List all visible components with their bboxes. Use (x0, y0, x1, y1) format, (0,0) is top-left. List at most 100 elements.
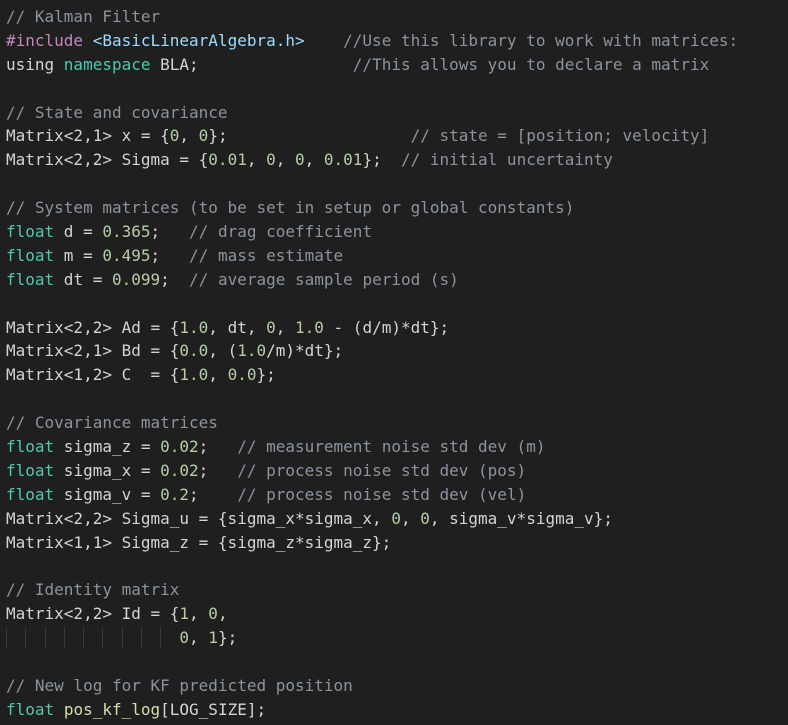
code-token: , (275, 150, 295, 170)
keyword-token: namespace (63, 54, 151, 74)
code-line[interactable]: Matrix<2,2> Id = {1, 0, (0, 602, 788, 626)
code-token: , ( (208, 341, 238, 361)
number-token: 0 (391, 508, 401, 528)
number-token: 1 (208, 628, 218, 648)
number-token: 0.0 (179, 341, 209, 361)
indent-guide (44, 628, 46, 649)
number-token: 1 (179, 604, 190, 624)
code-line[interactable]: Matrix<2,1> x = {0, 0}; // state = [posi… (0, 124, 788, 148)
number-token: 0.495 (102, 245, 151, 265)
code-token: ; (189, 484, 238, 504)
empty-line[interactable] (0, 650, 788, 674)
number-token: 1.0 (237, 341, 267, 361)
code-token: }; (256, 365, 276, 385)
code-token: Matrix<1,2> C = { (6, 365, 180, 385)
comment-token: // New log for KF predicted position (6, 675, 353, 695)
number-token: 0 (266, 150, 276, 170)
code-token: , (208, 365, 228, 385)
code-line[interactable]: // Identity matrix (0, 578, 788, 602)
code-line[interactable]: // New log for KF predicted position (0, 674, 788, 698)
code-token: , (217, 604, 228, 624)
comment-token: // System matrices (to be set in setup o… (6, 198, 575, 218)
indent-guide (25, 628, 27, 649)
comment-token: //Use this library to work with matrices… (343, 30, 739, 50)
code-token: , (189, 628, 209, 648)
keyword-token: float (6, 222, 55, 242)
number-token: 0 (179, 628, 190, 648)
code-line[interactable]: float sigma_x = 0.02; // process noise s… (0, 459, 788, 483)
code-line[interactable]: Matrix<2,2> Sigma = {0.01, 0, 0, 0.01}; … (0, 148, 788, 172)
code-line[interactable]: Matrix<1,2> C = {1.0, 0.0}; (0, 363, 788, 387)
code-line[interactable]: float m = 0.495; // mass estimate (0, 244, 788, 268)
code-line[interactable]: // Kalman Filter (0, 5, 788, 29)
code-line[interactable]: Matrix<2,2> Ad = {1.0, dt, 0, 1.0 - (d/m… (0, 316, 788, 340)
number-token: 0.099 (111, 269, 161, 289)
code-line[interactable]: float sigma_v = 0.2; // process noise st… (0, 483, 788, 507)
code-line[interactable]: // System matrices (to be set in setup o… (0, 196, 788, 220)
keyword-token: float (6, 484, 55, 504)
code-token: , (189, 604, 209, 624)
code-line[interactable]: 0, 1}; (0, 626, 788, 650)
code-token: ; (160, 269, 190, 289)
code-line[interactable]: Matrix<2,1> Bd = {0.0, (1.0/m)*dt}; (0, 339, 788, 363)
comment-token: // process noise std dev (pos) (237, 460, 527, 480)
number-token: 0.365 (102, 222, 151, 242)
code-line[interactable]: #include <BasicLinearAlgebra.h> //Use th… (0, 29, 788, 53)
code-line[interactable]: // State and covariance (0, 101, 788, 125)
empty-line[interactable] (0, 554, 788, 578)
code-token: Matrix<2,2> Ad = { (6, 317, 180, 337)
empty-line[interactable] (0, 77, 788, 101)
number-token: 0.01 (323, 150, 363, 170)
keyword-token: float (6, 245, 55, 265)
number-token: 0 (420, 508, 430, 528)
code-editor[interactable]: // Kalman Filter #include <BasicLinearAlg… (0, 0, 788, 725)
string-token: <BasicLinearAlgebra.h> (92, 30, 305, 50)
code-line[interactable]: float d = 0.365; // drag coefficient (0, 220, 788, 244)
number-token: 0 (198, 126, 209, 146)
empty-line[interactable] (0, 292, 788, 316)
code-line[interactable]: Matrix<1,1> Sigma_z = {sigma_z*sigma_z}; (0, 531, 788, 555)
code-line[interactable]: float dt = 0.099; // average sample peri… (0, 268, 788, 292)
code-token: Matrix<2,2> Id = { (6, 604, 180, 624)
number-token: 0.02 (160, 437, 199, 457)
number-token: 0.02 (160, 460, 199, 480)
comment-token: // initial uncertainty (400, 150, 613, 170)
number-token: 0 (169, 126, 180, 146)
code-line[interactable]: using namespace BLA; //This allows you t… (0, 53, 788, 77)
code-token: Matrix<2,1> x = { (6, 126, 170, 146)
code-line[interactable]: float pos_kf_log[LOG_SIZE]; (0, 698, 788, 722)
code-token: , (275, 317, 295, 337)
comment-token: // state = [position; velocity] (410, 126, 710, 146)
number-token: 0 (208, 604, 218, 624)
keyword-token: float (6, 437, 55, 457)
empty-line[interactable] (0, 172, 788, 196)
number-token: 0.0 (227, 365, 257, 385)
keyword-token: float (6, 699, 55, 719)
code-token: Matrix<2,2> Sigma_u = {sigma_x*sigma_x, (6, 508, 392, 528)
macro-token: #include (6, 30, 84, 50)
code-token: , (179, 126, 199, 146)
code-line[interactable]: Matrix<2,2> Sigma_u = {sigma_x*sigma_x, … (0, 507, 788, 531)
code-token: BLA; (150, 54, 353, 74)
empty-line[interactable] (0, 387, 788, 411)
code-token: , (246, 150, 267, 170)
code-token: sigma_v = (54, 484, 161, 504)
code-token: m = (54, 245, 103, 265)
number-token: 1.0 (179, 365, 209, 385)
indent-guide (6, 628, 7, 649)
code-token: Matrix<1,1> Sigma_z = {sigma_z*sigma_z}; (6, 532, 392, 552)
comment-token: // State and covariance (6, 102, 228, 122)
indent-guide (160, 628, 162, 649)
code-token: /m)*dt}; (266, 341, 344, 361)
code-line[interactable]: // Covariance matrices (0, 411, 788, 435)
identifier-token: pos_kf_log (63, 699, 161, 719)
comment-token: // Covariance matrices (6, 413, 218, 433)
indent-guide (140, 628, 142, 649)
number-token: 0 (295, 150, 305, 170)
code-token: }; (217, 628, 238, 648)
code-line[interactable]: float sigma_z = 0.02; // measurement noi… (0, 435, 788, 459)
